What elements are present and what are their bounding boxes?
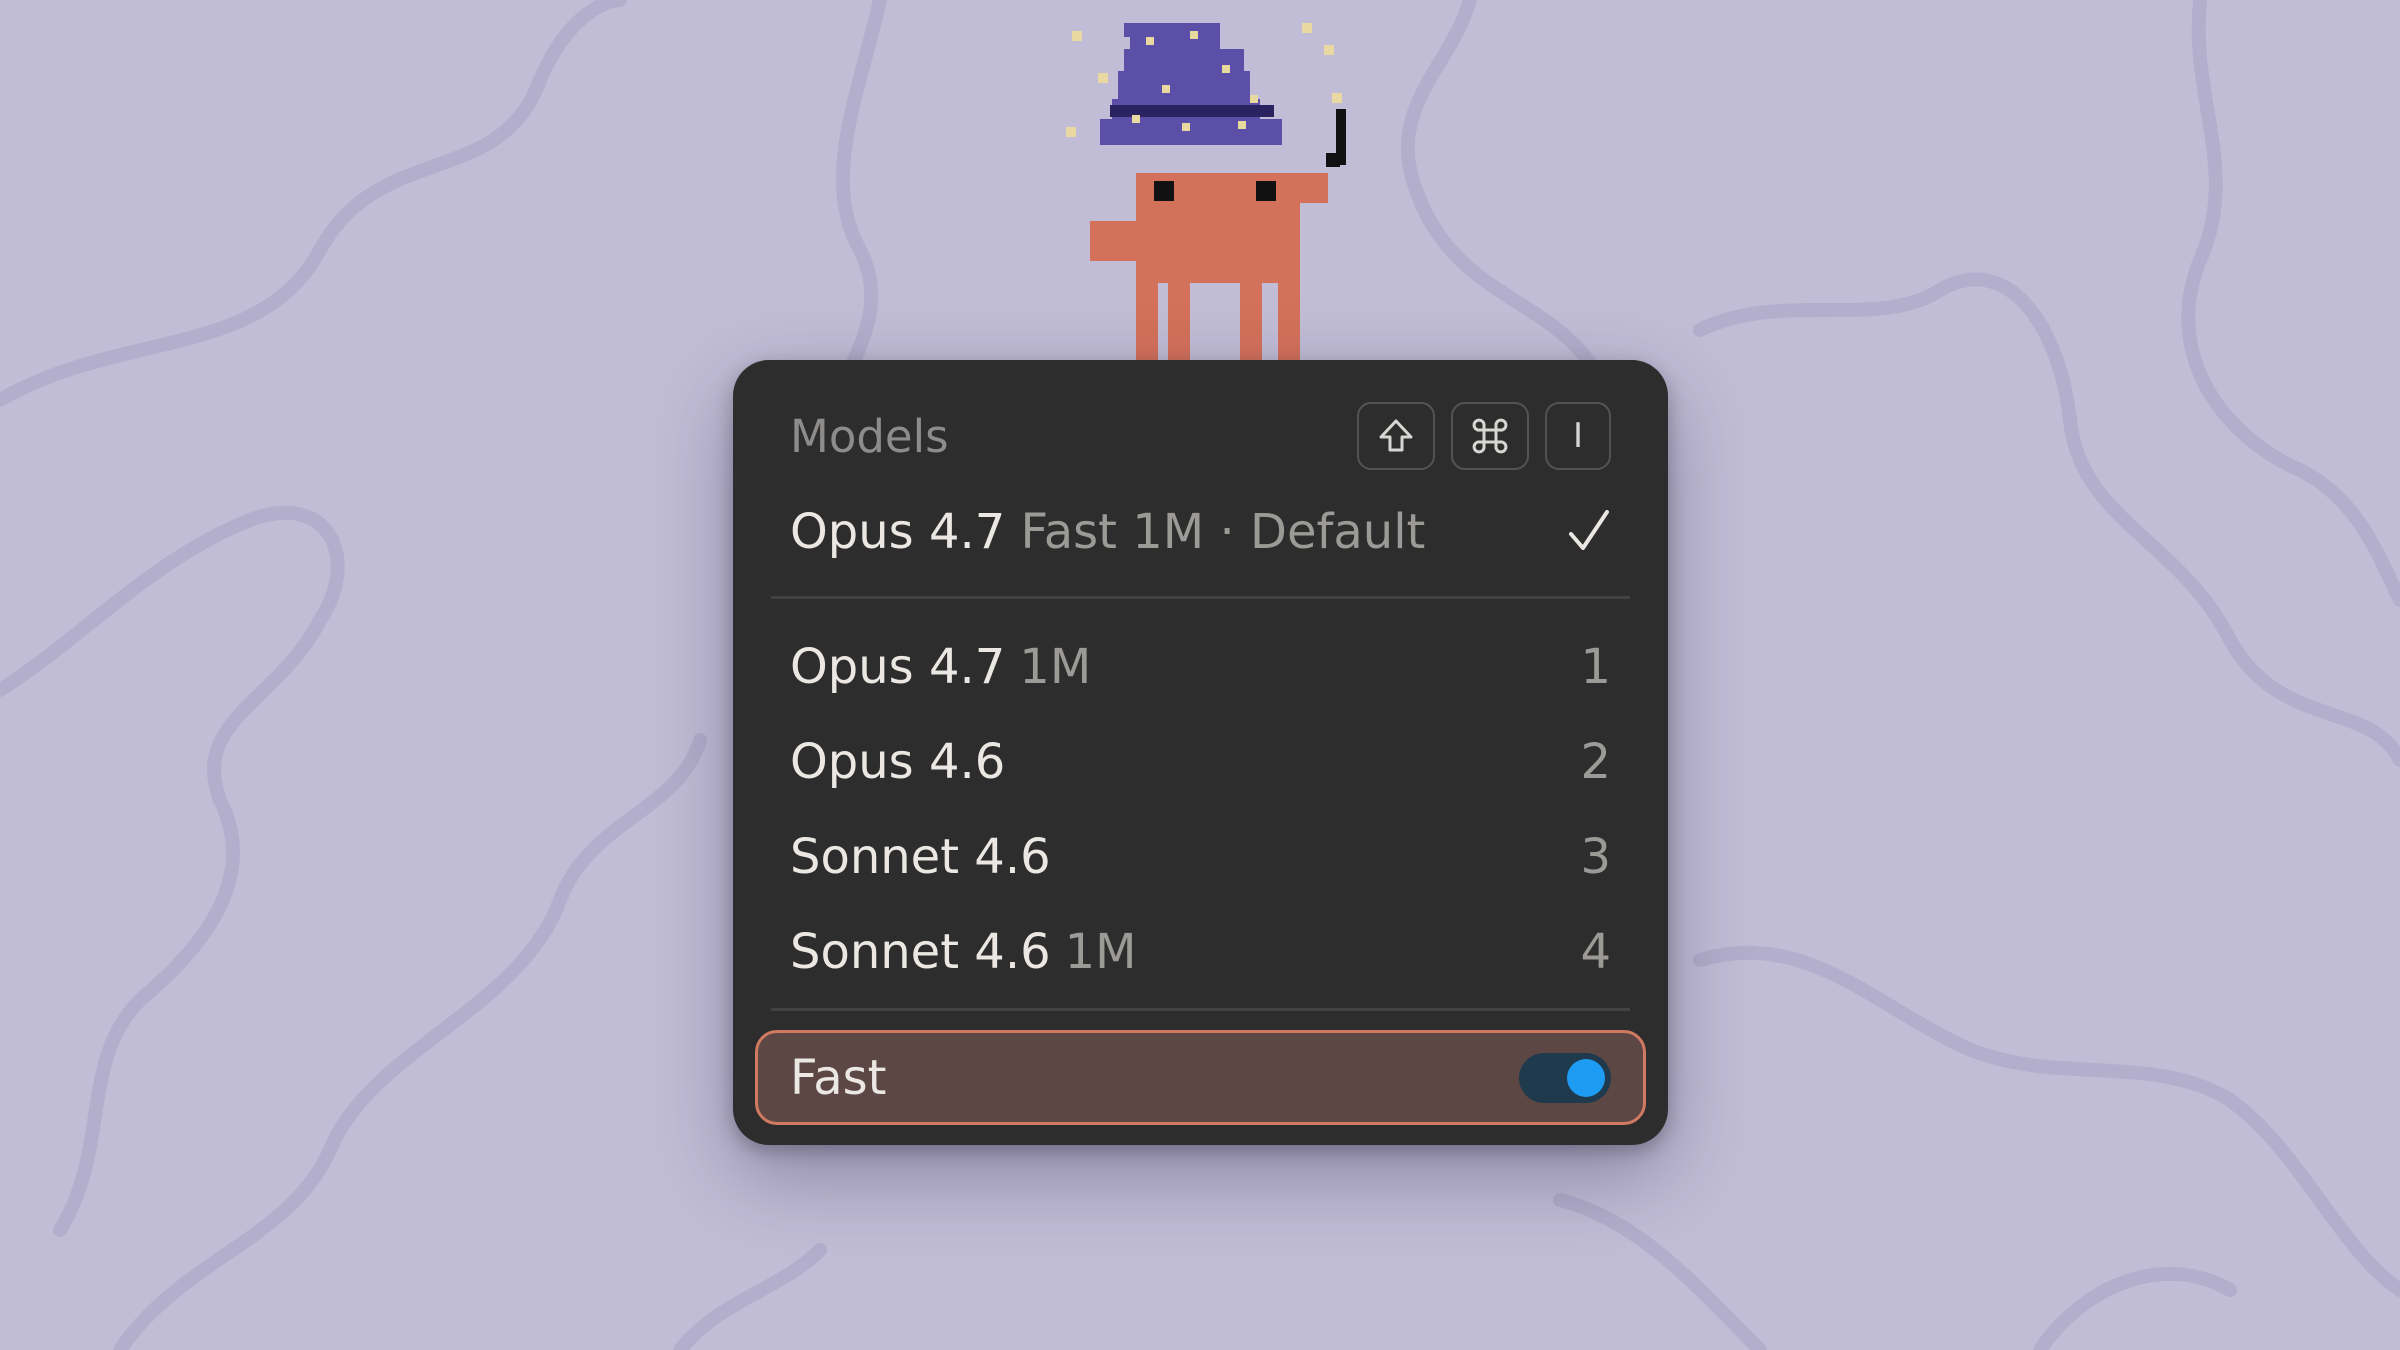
- model-option-label: Opus 4.7 1M: [790, 636, 1091, 698]
- menu-divider: [771, 596, 1630, 599]
- wizard-mascot-icon: [1066, 23, 1346, 360]
- model-list: Opus 4.7 1M 1 Opus 4.6 2 Sonnet 4.6 3 Son…: [790, 630, 1611, 1010]
- model-shortcut-key: 4: [1580, 924, 1611, 980]
- command-key: [1451, 402, 1529, 470]
- selected-model-detail: Fast 1M · Default: [1020, 504, 1426, 560]
- model-option-sonnet-4-6-1m[interactable]: Sonnet 4.6 1M 4: [790, 915, 1611, 1010]
- model-context: 1M: [1019, 639, 1092, 695]
- model-name: Opus 4.6: [790, 734, 1006, 790]
- model-name: Sonnet 4.6: [790, 829, 1051, 885]
- model-name: Opus 4.7: [790, 639, 1006, 695]
- selected-model-row[interactable]: Opus 4.7 Fast 1M · Default: [790, 498, 1611, 568]
- model-shortcut-key: 2: [1580, 734, 1611, 790]
- toggle-knob: [1567, 1059, 1605, 1097]
- keyboard-shortcut: I: [1357, 402, 1611, 470]
- shift-key: [1357, 402, 1435, 470]
- model-name: Sonnet 4.6: [790, 924, 1051, 980]
- model-shortcut-key: 1: [1580, 639, 1611, 695]
- menu-title: Models: [790, 410, 949, 463]
- i-key-icon: I: [1572, 416, 1584, 456]
- selected-model-name: Opus 4.7: [790, 504, 1006, 560]
- fast-mode-row[interactable]: Fast: [755, 1030, 1646, 1125]
- model-option-label: Sonnet 4.6: [790, 826, 1051, 888]
- fast-mode-toggle[interactable]: [1519, 1053, 1611, 1103]
- model-option-sonnet-4-6[interactable]: Sonnet 4.6 3: [790, 820, 1611, 915]
- command-icon: [1472, 418, 1508, 454]
- selected-model-label: Opus 4.7 Fast 1M · Default: [790, 498, 1425, 568]
- menu-divider: [771, 1008, 1630, 1011]
- model-picker-menu: Models I Opus 4.7 Fast 1M · Default Opus…: [733, 360, 1668, 1145]
- fast-mode-label: Fast: [790, 1050, 887, 1106]
- model-shortcut-key: 3: [1580, 829, 1611, 885]
- model-option-label: Opus 4.6: [790, 731, 1005, 793]
- model-option-label: Sonnet 4.6 1M: [790, 921, 1137, 983]
- checkmark-icon: [1569, 510, 1609, 550]
- model-option-opus-4-6[interactable]: Opus 4.6 2: [790, 725, 1611, 820]
- menu-header: Models I: [790, 402, 1611, 472]
- shift-icon: [1379, 419, 1413, 452]
- model-context: 1M: [1064, 924, 1137, 980]
- model-option-opus-4-7-1m[interactable]: Opus 4.7 1M 1: [790, 630, 1611, 725]
- i-key: I: [1545, 402, 1611, 470]
